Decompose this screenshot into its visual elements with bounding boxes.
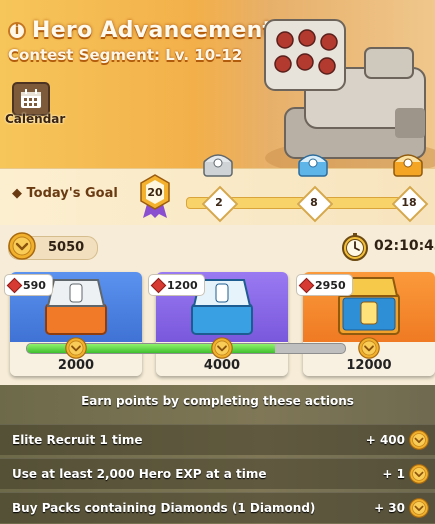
task-coin-icon [409,498,429,518]
task-coin-icon [409,464,429,484]
calendar-label: Calendar [5,112,66,126]
reward-cost-1: 590 [23,278,46,292]
ruby-icon [150,277,167,293]
task-points: + 30 [374,501,405,515]
task-points: + 400 [365,433,405,447]
points-value: 5050 [48,240,85,255]
task-row: Use at least 2,000 Hero EXP at a time + … [0,458,435,489]
progress-coin-icon [211,337,233,359]
reward-threshold-1: 2000 [57,358,95,373]
tasks-header: Earn points by completing these actions [81,394,354,408]
milestone-value-3: 18 [401,196,417,209]
task-label: Use at least 2,000 Hero EXP at a time [12,467,267,481]
ruby-icon [298,277,315,293]
title-row: i Hero Advancement [8,18,273,43]
reward-cost-badge-1: 590 [4,274,53,296]
progress-coin-icon [358,337,380,359]
mech-hero-image [264,19,435,168]
todays-goal-label: ◆ Today's Goal [12,186,118,201]
calendar-button[interactable]: Calendar [5,82,65,128]
milestone-chest-silver-icon[interactable] [200,148,236,178]
clock-icon [342,233,368,261]
task-coin-icon [409,430,429,450]
goal-badge: 20 [140,174,170,218]
reward-cost-3: 2950 [315,278,346,292]
reward-threshold-2: 4000 [203,358,241,373]
task-row: Buy Packs containing Diamonds (1 Diamond… [0,492,435,523]
progress-coin-icon [65,337,87,359]
page-title: Hero Advancement [32,18,274,43]
points-coin-icon [8,232,36,260]
task-points: + 1 [382,467,405,481]
milestone-chest-blue-icon[interactable] [295,148,331,178]
milestone-value-2: 8 [310,196,318,209]
reward-threshold-3: 12000 [346,358,392,373]
task-label: Elite Recruit 1 time [12,433,143,447]
milestone-chest-gold-icon[interactable] [390,148,426,178]
task-label: Buy Packs containing Diamonds (1 Diamond… [12,501,316,515]
reward-cost-badge-2: 1200 [148,274,205,296]
reward-cost-2: 1200 [167,278,198,292]
ruby-icon [6,277,23,293]
task-row: Elite Recruit 1 time + 400 [0,424,435,455]
goal-badge-value: 20 [147,186,163,199]
contest-segment-label: Contest Segment: Lv. 10-12 [8,46,243,64]
countdown-timer: 02:10:43 [374,238,435,254]
calendar-icon [12,82,50,116]
milestone-value-1: 2 [215,196,223,209]
info-icon[interactable]: i [8,21,26,40]
reward-cost-badge-3: 2950 [296,274,353,296]
